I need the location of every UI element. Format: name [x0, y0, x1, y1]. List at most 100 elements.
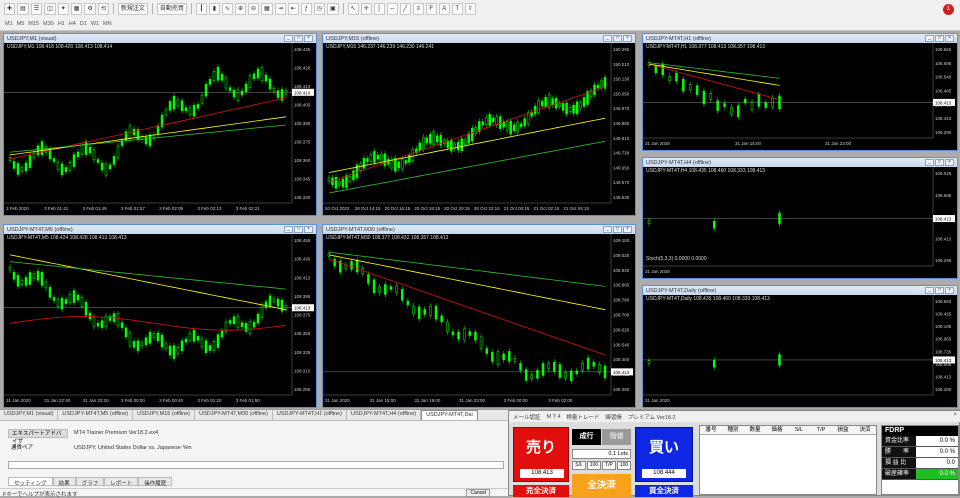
minimize-icon[interactable]: _ — [284, 35, 293, 42]
tf-m1[interactable]: M1 — [4, 21, 14, 27]
channel-icon[interactable]: ≡ — [412, 2, 424, 15]
buy-all-close-button[interactable]: 買全決済 — [635, 485, 693, 497]
close-icon[interactable]: × — [945, 287, 954, 294]
auto-trade-button[interactable]: 自動売買 — [156, 2, 187, 15]
chart-window-m15[interactable]: USDJPY,M15 (offline) _ □ × 150.290 150.210 15… — [322, 33, 636, 216]
menu-practice[interactable]: 練習帳 — [605, 413, 622, 421]
minimize-icon[interactable]: _ — [603, 226, 612, 233]
minimize-icon[interactable]: _ — [925, 35, 934, 42]
tab-h1[interactable]: USDJPY-MT4T,H1 (offline) — [273, 410, 348, 420]
navigator-icon[interactable]: ✦ — [57, 2, 69, 15]
maximize-icon[interactable]: □ — [613, 226, 622, 233]
indicators-icon[interactable]: ƒ — [300, 2, 312, 15]
ea-select[interactable]: MT4 Trainer Premium Ver18.2.ex4 — [74, 430, 158, 436]
tf-mn[interactable]: MN — [102, 21, 113, 27]
zoom-out-icon[interactable]: ⊖ — [247, 2, 260, 15]
sl-input[interactable]: 100 — [587, 461, 601, 470]
candle-chart-icon[interactable]: ▮ — [208, 2, 220, 15]
chart-titlebar[interactable]: USDJPY-MT4T,M30 (offline) _ □ × — [323, 225, 635, 234]
chart-titlebar[interactable]: USDJPY-MT4T,H1 (offline) _ □ × — [643, 34, 957, 43]
data-window-icon[interactable]: ◫ — [44, 2, 56, 15]
history-icon[interactable]: ⟲ — [97, 2, 109, 15]
tf-m5[interactable]: M5 — [16, 21, 26, 27]
maximize-icon[interactable]: □ — [613, 35, 622, 42]
notification-badge[interactable]: 1 — [943, 4, 954, 15]
label-icon[interactable]: T — [451, 2, 463, 15]
tf-d1[interactable]: D1 — [79, 21, 88, 27]
close-icon[interactable]: × — [304, 226, 313, 233]
cursor-icon[interactable]: ↖ — [347, 2, 359, 15]
minimize-icon[interactable]: _ — [603, 35, 612, 42]
tab-m1[interactable]: USDJPY,M1 (visual) — [0, 410, 59, 420]
tab-m5[interactable]: USDJPY-MT4T,M5 (offline) — [58, 410, 134, 420]
chart-plot[interactable]: 150.290 150.210 150.130 150.050 149.970 149.8… — [323, 43, 635, 215]
minimize-icon[interactable]: _ — [284, 226, 293, 233]
tf-h4[interactable]: H4 — [68, 21, 77, 27]
chart-window-m5[interactable]: USDJPY-MT4T,M5 (offline) _ □ × 108.455 108.4… — [3, 224, 317, 408]
templates-icon[interactable]: ▣ — [327, 2, 339, 15]
menu-volume-trade[interactable]: 検量トレード — [566, 413, 599, 421]
zoom-in-icon[interactable]: ⊕ — [234, 2, 246, 15]
chart-plot[interactable]: 108.650108.595108.540108.485108.430108.4… — [643, 43, 957, 150]
maximize-icon[interactable]: □ — [294, 35, 303, 42]
close-icon[interactable]: × — [304, 35, 313, 42]
chart-window-m30[interactable]: USDJPY-MT4T,M30 (offline) _ □ × 109.100 109.… — [322, 224, 636, 408]
trendline-icon[interactable]: ╱ — [399, 2, 411, 15]
tab-results[interactable]: 結果 — [52, 477, 76, 487]
symbol-select[interactable]: USDJPY, United States Dollar vs. Japanes… — [74, 445, 192, 451]
market-watch-icon[interactable]: ☰ — [30, 2, 43, 15]
tab-settings[interactable]: セッティング — [8, 477, 53, 487]
maximize-icon[interactable]: □ — [935, 35, 944, 42]
terminal-icon[interactable]: ▦ — [70, 2, 83, 15]
profiles-icon[interactable]: ▤ — [17, 2, 29, 15]
chart-window-h4[interactable]: USDJPY-MT4T,H4 (offline) _ □ × 109.025 108.6… — [642, 157, 958, 279]
buy-button[interactable]: 買い 108.444 — [635, 427, 693, 482]
all-close-button[interactable]: 全決済 — [572, 474, 631, 497]
minimize-icon[interactable]: _ — [925, 287, 934, 294]
fibo-icon[interactable]: F — [425, 2, 437, 15]
chart-titlebar[interactable]: USDJPY,M1 (visual) _ □ × — [4, 34, 316, 43]
chart-plot[interactable]: 109.100 109.020 108.940 108.860 108.780 108.7… — [323, 234, 635, 407]
close-icon[interactable]: × — [945, 159, 954, 166]
tester-icon[interactable]: ⚙ — [84, 2, 96, 15]
chart-plot[interactable]: 109.650109.425109.195108.965108.735108.5… — [643, 295, 957, 407]
tile-windows-icon[interactable]: ▦ — [261, 2, 273, 15]
sell-button[interactable]: 売り 108.413 — [513, 427, 569, 482]
close-icon[interactable]: × — [623, 35, 632, 42]
sell-all-close-button[interactable]: 売全決済 — [513, 485, 569, 497]
menu-mail-auth[interactable]: メール認証 — [513, 413, 541, 421]
tab-h4[interactable]: USDJPY-MT4T,H4 (offline) — [347, 410, 422, 420]
chart-titlebar[interactable]: USDJPY,M15 (offline) _ □ × — [323, 34, 635, 43]
line-chart-icon[interactable]: ∿ — [221, 2, 233, 15]
menu-premium[interactable]: プレミアム Ver18.2 — [628, 413, 676, 421]
tab-history[interactable]: 操作履歴 — [138, 477, 173, 487]
chart-titlebar[interactable]: USDJPY-MT4T,Daily (offline) _ □ × — [643, 286, 957, 295]
tf-w1[interactable]: W1 — [90, 21, 100, 27]
tf-m15[interactable]: M15 — [27, 21, 40, 27]
close-icon[interactable]: × — [945, 35, 954, 42]
chart-shift-icon[interactable]: ⇤ — [287, 2, 299, 15]
tab-graph[interactable]: グラフ — [75, 477, 105, 487]
periods-icon[interactable]: ◷ — [313, 2, 325, 15]
tf-h1[interactable]: H1 — [57, 21, 66, 27]
maximize-icon[interactable]: □ — [935, 159, 944, 166]
tf-m30[interactable]: M30 — [42, 21, 55, 27]
maximize-icon[interactable]: □ — [294, 226, 303, 233]
text-icon[interactable]: A — [438, 2, 450, 15]
new-chart-icon[interactable]: ✚ — [4, 2, 16, 15]
bar-chart-icon[interactable]: ┃ — [195, 2, 207, 15]
tab-daily[interactable]: USDJPY-MT4T,Dai — [421, 410, 478, 420]
chart-window-daily[interactable]: USDJPY-MT4T,Daily (offline) _ □ × 109.650 10… — [642, 285, 958, 408]
tp-input[interactable]: 100 — [617, 461, 631, 470]
menu-mt4[interactable]: M T 4 — [547, 414, 561, 420]
chart-plot[interactable]: 108.435 108.420 108.414 108.405 108.390 108.3… — [4, 43, 316, 215]
tab-m30[interactable]: USDJPY-MT4T,M30 (offline) — [195, 410, 273, 420]
chart-window-m1[interactable]: USDJPY,M1 (visual) _ □ × 108.435 108.420 108.… — [3, 33, 317, 216]
close-icon[interactable]: × — [953, 412, 957, 418]
close-icon[interactable]: × — [623, 226, 632, 233]
crosshair-icon[interactable]: ✛ — [360, 2, 372, 15]
market-order-button[interactable]: 成行 — [572, 429, 601, 445]
lots-input[interactable]: 0.1 Lots — [572, 449, 631, 459]
chart-plot[interactable]: 108.455 108.430 108.413 108.395 108.375 108.3… — [4, 234, 316, 407]
autoscroll-icon[interactable]: ⇥ — [274, 2, 286, 15]
